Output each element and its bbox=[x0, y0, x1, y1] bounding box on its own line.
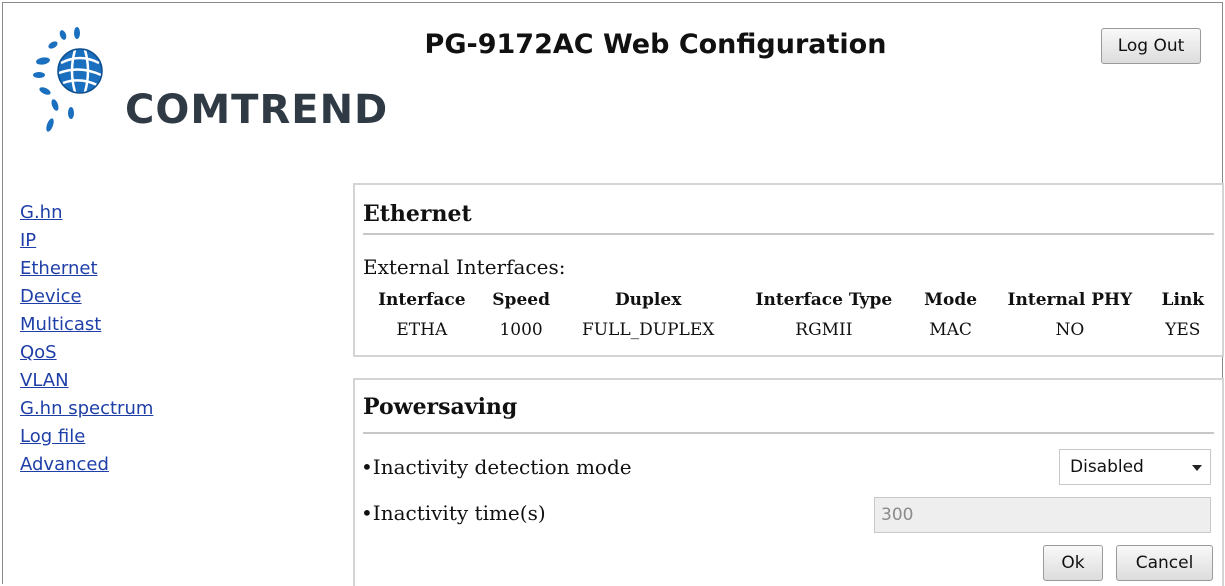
cell-speed: 1000 bbox=[499, 320, 543, 340]
logo-text: COMTREND bbox=[125, 87, 389, 133]
sidebar-item-advanced[interactable]: Advanced bbox=[20, 451, 240, 479]
sidebar-item-ghn[interactable]: G.hn bbox=[20, 199, 240, 227]
table-row: ETHA 1000 FULL_DUPLEX RGMII MAC NO YES bbox=[363, 315, 1214, 345]
col-duplex: Duplex bbox=[614, 290, 682, 310]
sidebar-item-log-file[interactable]: Log file bbox=[20, 423, 240, 451]
col-internal-phy: Internal PHY bbox=[1007, 290, 1133, 310]
sidebar-item-qos[interactable]: QoS bbox=[20, 339, 240, 367]
ethernet-title: Ethernet bbox=[363, 201, 472, 227]
inactivity-detection-value: Disabled bbox=[1070, 457, 1144, 477]
sidebar-item-ghn-spectrum[interactable]: G.hn spectrum bbox=[20, 395, 240, 423]
sidebar-item-device[interactable]: Device bbox=[20, 283, 240, 311]
inactivity-detection-select[interactable]: Disabled bbox=[1059, 449, 1211, 485]
interfaces-table: Interface Speed Duplex Interface Type Mo… bbox=[363, 285, 1214, 345]
ok-button[interactable]: Ok bbox=[1043, 545, 1103, 581]
inactivity-time-label: •Inactivity time(s) bbox=[361, 501, 546, 525]
cell-interface-type: RGMII bbox=[795, 320, 853, 340]
page-title: PG-9172AC Web Configuration bbox=[424, 29, 887, 60]
col-mode: Mode bbox=[924, 290, 978, 310]
inactivity-detection-label: •Inactivity detection mode bbox=[361, 455, 632, 479]
powersaving-panel: Powersaving •Inactivity detection mode D… bbox=[353, 378, 1224, 586]
cell-mode: MAC bbox=[929, 320, 972, 340]
powersaving-title: Powersaving bbox=[363, 394, 518, 420]
ethernet-panel: Ethernet External Interfaces: Interface … bbox=[353, 183, 1224, 357]
col-speed: Speed bbox=[492, 290, 550, 310]
inactivity-time-input[interactable]: 300 bbox=[874, 497, 1211, 533]
comtrend-logo: COMTREND bbox=[25, 23, 387, 133]
cell-interface: ETHA bbox=[396, 320, 448, 340]
col-link: Link bbox=[1161, 290, 1205, 310]
sidebar-item-vlan[interactable]: VLAN bbox=[20, 367, 240, 395]
sidebar-item-multicast[interactable]: Multicast bbox=[20, 311, 240, 339]
table-header-row: Interface Speed Duplex Interface Type Mo… bbox=[363, 285, 1214, 315]
page-frame: COMTREND PG-9172AC Web Configuration Log… bbox=[2, 2, 1224, 586]
cancel-button[interactable]: Cancel bbox=[1116, 545, 1213, 581]
sidebar-item-ip[interactable]: IP bbox=[20, 227, 240, 255]
cell-link: YES bbox=[1165, 320, 1201, 340]
sidebar-item-ethernet[interactable]: Ethernet bbox=[20, 255, 240, 283]
external-interfaces-label: External Interfaces: bbox=[363, 255, 566, 279]
powersaving-divider bbox=[363, 432, 1214, 434]
col-interface-type: Interface Type bbox=[755, 290, 893, 310]
starburst-logo-icon bbox=[33, 27, 103, 132]
col-interface: Interface bbox=[378, 290, 466, 310]
ethernet-divider bbox=[363, 233, 1214, 235]
logout-button[interactable]: Log Out bbox=[1101, 28, 1201, 64]
cell-duplex: FULL_DUPLEX bbox=[581, 320, 715, 340]
chevron-down-icon bbox=[1192, 465, 1202, 471]
sidebar-nav: G.hn IP Ethernet Device Multicast QoS VL… bbox=[20, 199, 240, 479]
cell-internal-phy: NO bbox=[1055, 320, 1085, 340]
